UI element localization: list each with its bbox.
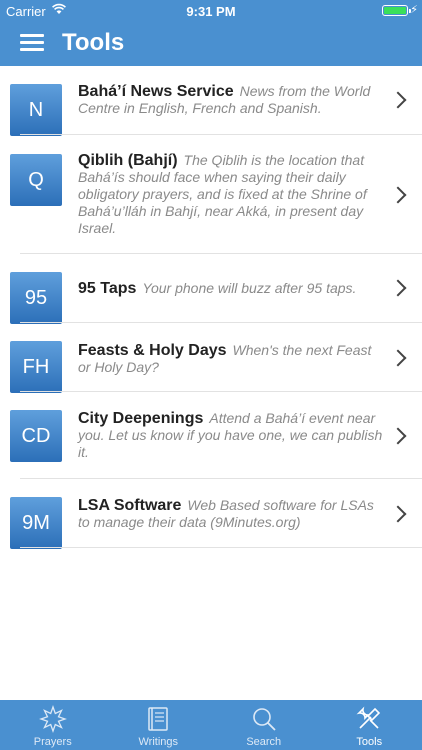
item-title: City Deepenings: [78, 410, 204, 427]
item-title: Qiblih (Bahjí): [78, 152, 178, 169]
tab-label: Tools: [356, 736, 383, 748]
item-text: Bahá’í News Service News from the World C…: [78, 83, 386, 117]
book-icon: [148, 707, 168, 731]
list-item-city-deepenings[interactable]: CD City Deepenings Attend a Bahá’í event …: [0, 392, 422, 478]
item-text: City Deepenings Attend a Bahá’í event nea…: [78, 410, 386, 461]
chevron-right-icon: [389, 91, 407, 109]
header-bar: Carrier 9:31 PM ⚡ Tools: [0, 0, 422, 66]
battery-icon: [382, 5, 411, 16]
hamburger-icon: [20, 34, 44, 37]
item-description: Your phone will buzz after 95 taps.: [142, 280, 357, 296]
item-text: LSA Software Web Based software for LSAs …: [78, 497, 386, 531]
list-item-95-taps[interactable]: 95 95 Taps Your phone will buzz after 95 …: [0, 254, 422, 324]
charging-icon: ⚡: [410, 4, 418, 16]
tools-list: N Bahá’í News Service News from the World…: [0, 66, 422, 549]
search-icon: [252, 708, 276, 731]
list-item-news-service[interactable]: N Bahá’í News Service News from the World…: [0, 66, 422, 136]
divider: [20, 547, 422, 548]
tools-icon: [356, 706, 381, 729]
item-title: Feasts & Holy Days: [78, 342, 227, 359]
item-badge: 95: [10, 272, 62, 324]
tab-label: Search: [246, 736, 282, 748]
star-burst-icon: [38, 705, 67, 733]
list-item-lsa-software[interactable]: 9M LSA Software Web Based software for LS…: [0, 479, 422, 549]
status-bar: Carrier 9:31 PM ⚡: [0, 0, 422, 22]
nav-bar: Tools: [0, 22, 422, 66]
tab-writings[interactable]: Writings: [106, 700, 212, 750]
chevron-right-icon: [389, 427, 407, 445]
page-title: Tools: [62, 29, 125, 56]
chevron-right-icon: [389, 279, 407, 297]
tab-search[interactable]: Search: [211, 700, 317, 750]
item-text: Qiblih (Bahjí) The Qiblih is the location…: [78, 152, 386, 237]
item-title: Bahá’í News Service: [78, 83, 234, 100]
tab-label: Writings: [138, 736, 179, 748]
item-text: 95 Taps Your phone will buzz after 95 tap…: [78, 280, 386, 297]
menu-button[interactable]: [20, 33, 44, 53]
tab-label: Prayers: [33, 736, 72, 748]
item-title: 95 Taps: [78, 280, 137, 297]
list-item-feasts-holy-days[interactable]: FH Feasts & Holy Days When's the next Fea…: [0, 323, 422, 393]
item-badge: Q: [10, 154, 62, 206]
list-item-qiblih[interactable]: Q Qiblih (Bahjí) The Qiblih is the locati…: [0, 135, 422, 253]
item-badge: FH: [10, 341, 62, 393]
item-text: Feasts & Holy Days When's the next Feast …: [78, 342, 386, 376]
tab-prayers[interactable]: Prayers: [0, 700, 106, 750]
status-time: 9:31 PM: [186, 4, 236, 19]
item-title: LSA Software: [78, 497, 182, 514]
item-badge: 9M: [10, 497, 62, 549]
tab-tools[interactable]: Tools: [317, 700, 422, 750]
chevron-right-icon: [389, 349, 407, 367]
chevron-right-icon: [389, 186, 407, 204]
chevron-right-icon: [389, 505, 407, 523]
item-badge: N: [10, 84, 62, 136]
item-badge: CD: [10, 410, 62, 462]
tab-bar: Prayers Writings Search Tools: [0, 700, 422, 750]
